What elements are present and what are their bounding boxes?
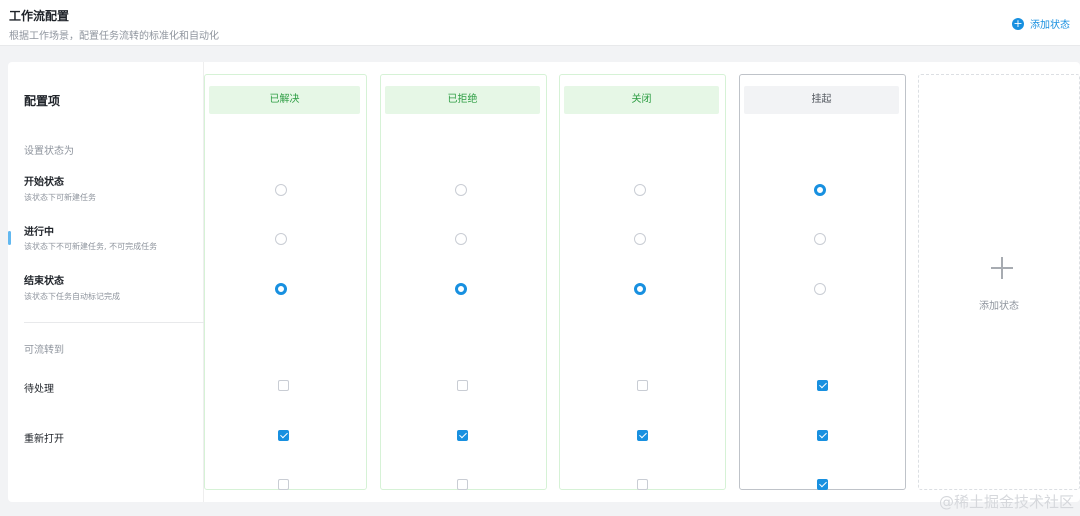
add-status-column-label: 添加状态 [979, 301, 1019, 312]
status-header-resolved[interactable]: 已解决 [209, 86, 360, 114]
end-status-radio[interactable] [455, 283, 467, 295]
transition-reopen-checkbox[interactable] [637, 430, 648, 441]
transition-section: 可流转到 [24, 345, 64, 356]
start-status-desc: 该状态下可新建任务 [24, 193, 96, 202]
transition-pending-checkbox[interactable] [457, 380, 468, 391]
workflow-panel: 配置项 设置状态为 开始状态 该状态下可新建任务 进行中 该状态下不可新建任务,… [8, 62, 1080, 502]
end-status-desc: 该状态下任务自动标记完成 [24, 292, 120, 301]
transition-reopen-label: 重新打开 [24, 434, 64, 445]
in-progress-desc: 该状态下不可新建任务, 不可完成任务 [24, 242, 158, 251]
transition-third-checkbox[interactable] [637, 479, 648, 490]
in-progress-radio[interactable] [455, 233, 467, 245]
plus-icon [991, 257, 1013, 279]
end-status-title: 结束状态 [24, 276, 64, 287]
status-column-rejected: 已拒绝 [380, 74, 547, 490]
end-status-radio[interactable] [814, 283, 826, 295]
status-column-closed: 关闭 [559, 74, 726, 490]
transition-pending-checkbox[interactable] [637, 380, 648, 391]
in-progress-radio[interactable] [814, 233, 826, 245]
start-status-radio[interactable] [814, 184, 826, 196]
add-status-label: 添加状态 [1030, 20, 1070, 31]
page-header: 工作流配置 根据工作场景，配置任务流转的标准化和自动化 + 添加状态 [0, 0, 1080, 46]
config-title: 配置项 [24, 94, 61, 108]
transition-third-checkbox[interactable] [278, 479, 289, 490]
start-status-radio[interactable] [634, 184, 646, 196]
start-status-radio[interactable] [275, 184, 287, 196]
status-header-on-hold[interactable]: 挂起 [744, 86, 899, 114]
end-status-radio[interactable] [275, 283, 287, 295]
set-status-section: 设置状态为 [24, 146, 74, 157]
transition-third-checkbox[interactable] [817, 479, 828, 490]
status-header-closed[interactable]: 关闭 [564, 86, 719, 114]
status-header-rejected[interactable]: 已拒绝 [385, 86, 540, 114]
plus-circle-icon: + [1012, 16, 1024, 30]
in-progress-radio[interactable] [634, 233, 646, 245]
page-title: 工作流配置 [9, 9, 70, 23]
watermark: @稀土掘金技术社区 [938, 493, 1074, 511]
section-divider [24, 322, 204, 323]
transition-reopen-checkbox[interactable] [278, 430, 289, 441]
end-status-radio[interactable] [634, 283, 646, 295]
status-column-on-hold: 挂起 [739, 74, 906, 490]
page-subtitle: 根据工作场景，配置任务流转的标准化和自动化 [9, 31, 219, 42]
active-row-indicator [8, 231, 11, 245]
add-status-column[interactable]: 添加状态 [918, 74, 1080, 490]
status-column-resolved: 已解决 [204, 74, 367, 490]
transition-pending-checkbox[interactable] [817, 380, 828, 391]
in-progress-title: 进行中 [24, 227, 54, 238]
in-progress-radio[interactable] [275, 233, 287, 245]
transition-third-checkbox[interactable] [457, 479, 468, 490]
add-status-button[interactable]: + 添加状态 [1012, 16, 1070, 31]
transition-pending-checkbox[interactable] [278, 380, 289, 391]
start-status-title: 开始状态 [24, 177, 64, 188]
start-status-radio[interactable] [455, 184, 467, 196]
transition-reopen-checkbox[interactable] [817, 430, 828, 441]
transition-pending-label: 待处理 [24, 384, 54, 395]
config-sidebar: 配置项 设置状态为 开始状态 该状态下可新建任务 进行中 该状态下不可新建任务,… [8, 62, 204, 502]
transition-reopen-checkbox[interactable] [457, 430, 468, 441]
